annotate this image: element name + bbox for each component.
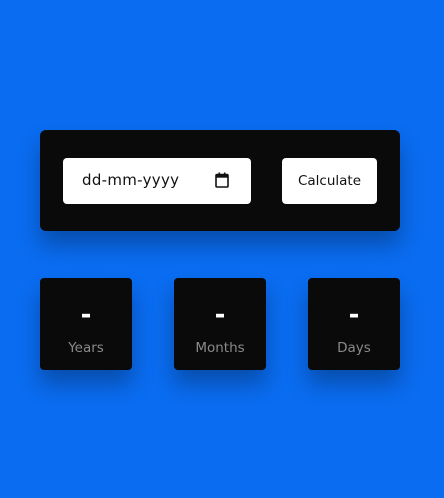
years-label: Years bbox=[68, 340, 104, 356]
calendar-icon[interactable] bbox=[215, 172, 229, 188]
date-input-placeholder: dd-mm-yyyy bbox=[82, 171, 180, 189]
days-label: Days bbox=[337, 340, 371, 356]
result-card-months: - Months bbox=[174, 278, 266, 370]
result-card-years: - Years bbox=[40, 278, 132, 370]
months-label: Months bbox=[195, 340, 245, 356]
date-input[interactable]: dd-mm-yyyy bbox=[63, 158, 251, 204]
calculate-button[interactable]: Calculate bbox=[282, 158, 377, 204]
years-value: - bbox=[80, 300, 92, 330]
days-value: - bbox=[348, 300, 360, 330]
input-panel: dd-mm-yyyy Calculate bbox=[40, 130, 400, 231]
result-card-days: - Days bbox=[308, 278, 400, 370]
months-value: - bbox=[214, 300, 226, 330]
